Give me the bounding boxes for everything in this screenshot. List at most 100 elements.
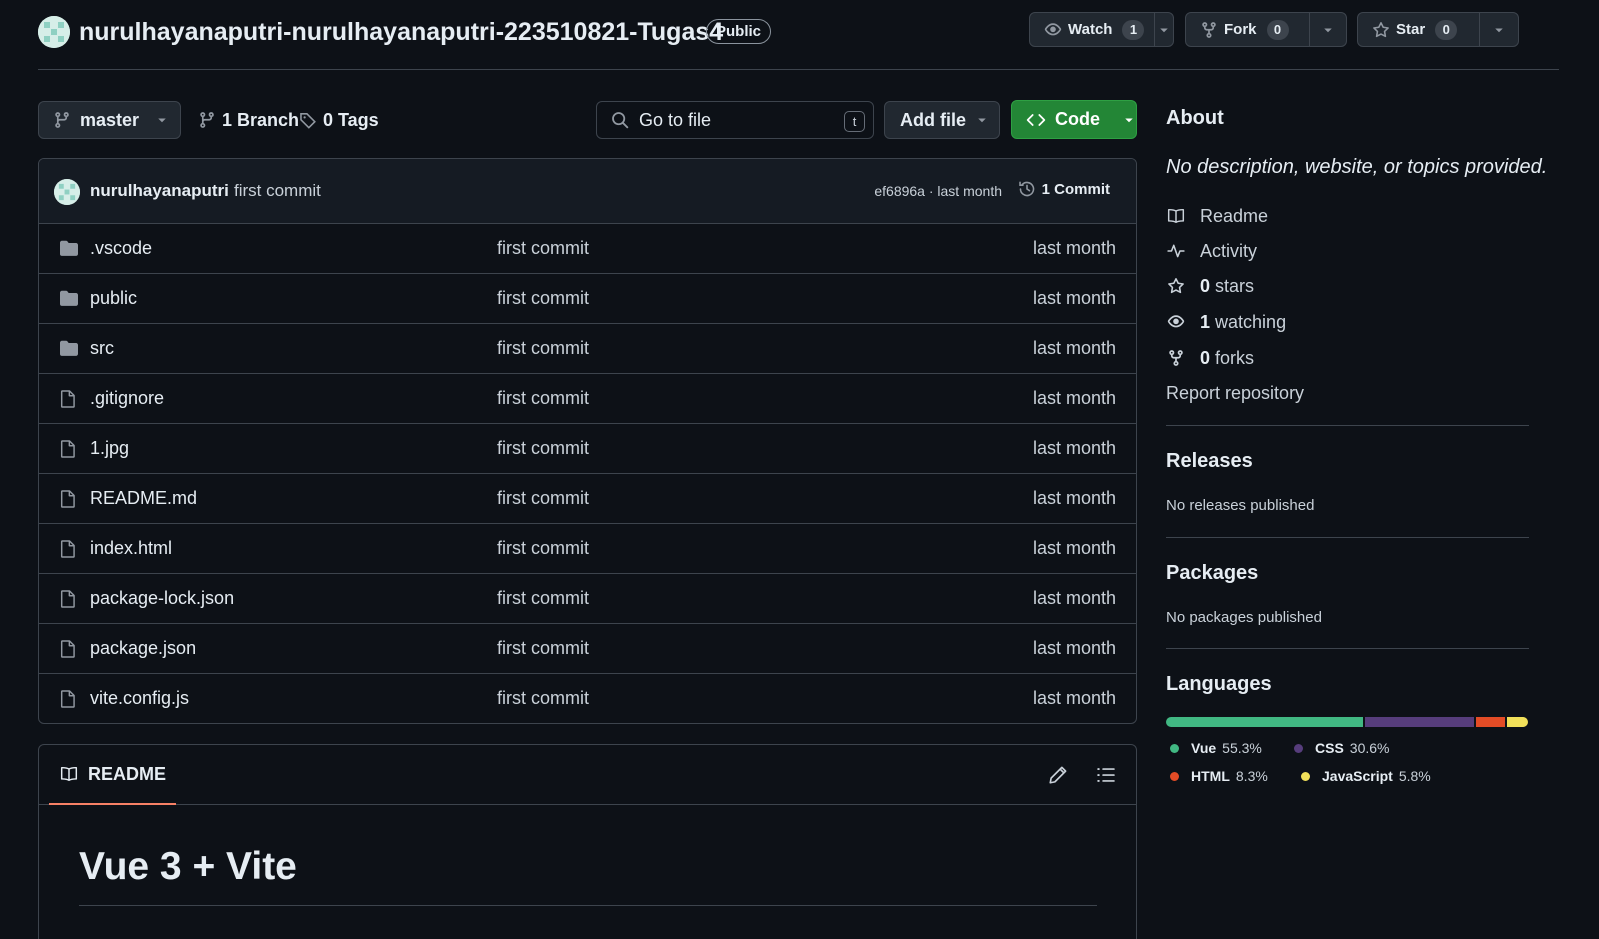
star-count: 0 [1435, 19, 1458, 40]
readme-link[interactable]: Readme [1166, 204, 1529, 228]
file-name-link[interactable]: .gitignore [90, 388, 164, 409]
table-row[interactable]: vite.config.js first commit last month [39, 674, 1136, 723]
about-heading: About [1166, 107, 1224, 129]
file-icon [60, 440, 75, 458]
language-item[interactable]: CSS 30.6% [1294, 740, 1390, 756]
file-icon [60, 590, 75, 608]
language-bar-segment [1507, 717, 1528, 727]
branch-select-button[interactable]: master [38, 101, 181, 139]
watch-main[interactable]: Watch 1 [1030, 13, 1156, 46]
fork-count: 0 [1266, 19, 1289, 40]
file-name-link[interactable]: package-lock.json [90, 588, 234, 609]
table-row[interactable]: 1.jpg first commit last month [39, 424, 1136, 474]
file-icon [60, 640, 75, 658]
file-name-link[interactable]: package.json [90, 638, 196, 659]
commit-message-link[interactable]: first commit [234, 181, 321, 201]
watch-button[interactable]: Watch 1 [1029, 12, 1174, 47]
fork-dropdown[interactable] [1310, 13, 1346, 46]
watch-label: Watch [1068, 21, 1113, 38]
language-percent: 8.3% [1235, 768, 1268, 784]
file-name-link[interactable]: index.html [90, 538, 172, 559]
language-item[interactable]: Vue 55.3% [1170, 740, 1262, 756]
tags-link[interactable]: 0 Tags [299, 101, 379, 139]
activity-link[interactable]: Activity [1166, 239, 1529, 263]
file-commit-message-link[interactable]: first commit [497, 488, 589, 509]
add-file-button[interactable]: Add file [884, 101, 1000, 139]
file-commit-message-link[interactable]: first commit [497, 688, 589, 709]
folder-icon [60, 340, 78, 356]
commit-author-link[interactable]: nurulhayanaputri [90, 181, 229, 201]
readme-tab-label: README [88, 763, 167, 784]
file-commit-date: last month [1032, 338, 1116, 358]
table-row[interactable]: package-lock.json first commit last month [39, 574, 1136, 624]
language-item[interactable]: JavaScript 5.8% [1301, 768, 1431, 784]
caret-down-icon [978, 118, 986, 123]
watching-count: 1 [1200, 311, 1211, 332]
star-dropdown[interactable] [1480, 13, 1518, 46]
file-commit-message-link[interactable]: first commit [497, 638, 589, 659]
stars-link[interactable]: 0 stars [1166, 274, 1529, 298]
fork-label: Fork [1224, 21, 1257, 38]
file-commit-message-link[interactable]: first commit [497, 288, 589, 309]
watching-link[interactable]: 1 watching [1166, 310, 1529, 334]
table-of-contents-icon[interactable] [1096, 765, 1116, 785]
file-commit-message-link[interactable]: first commit [497, 588, 589, 609]
commit-history-link[interactable]: 1 Commit [1018, 180, 1110, 198]
tag-icon [300, 113, 316, 129]
file-name-link[interactable]: .vscode [90, 238, 152, 259]
watch-dropdown[interactable] [1155, 13, 1173, 46]
repo-title-link[interactable]: nurulhayanaputri-nurulhayanaputri-223510… [79, 16, 723, 48]
file-name-link[interactable]: 1.jpg [90, 438, 129, 459]
branches-link[interactable]: 1 Branch [198, 101, 299, 139]
pulse-icon [1167, 244, 1185, 258]
file-name-link[interactable]: src [90, 338, 114, 359]
language-item[interactable]: HTML 8.3% [1170, 768, 1268, 784]
caret-down-icon [1160, 28, 1168, 32]
stars-count: 0 [1200, 275, 1211, 296]
file-browser: nurulhayanaputri first commit ef6896a · … [38, 158, 1137, 724]
commit-hash-link[interactable]: ef6896a · last month [874, 183, 1002, 199]
go-to-file-input[interactable]: Go to file t [596, 101, 874, 139]
fork-button[interactable]: Fork 0 [1185, 12, 1347, 47]
table-row[interactable]: README.md first commit last month [39, 474, 1136, 524]
table-row[interactable]: public first commit last month [39, 274, 1136, 324]
file-commit-message-link[interactable]: first commit [497, 338, 589, 359]
forks-label: forks [1215, 347, 1255, 368]
star-button[interactable]: Star 0 [1357, 12, 1519, 47]
avatar[interactable] [54, 179, 80, 205]
table-row[interactable]: index.html first commit last month [39, 524, 1136, 574]
table-row[interactable]: package.json first commit last month [39, 624, 1136, 674]
file-commit-message-link[interactable]: first commit [497, 538, 589, 559]
language-color-dot [1301, 771, 1310, 781]
releases-heading[interactable]: Releases [1166, 450, 1529, 473]
folder-icon [60, 290, 78, 306]
file-name-link[interactable]: public [90, 288, 137, 309]
history-icon [1018, 181, 1034, 197]
forks-link[interactable]: 0 forks [1166, 346, 1529, 370]
table-row[interactable]: .vscode first commit last month [39, 224, 1136, 274]
table-row[interactable]: .gitignore first commit last month [39, 374, 1136, 424]
file-name-link[interactable]: vite.config.js [90, 688, 189, 709]
language-bar-segment [1475, 717, 1506, 727]
shortcut-key: t [844, 111, 865, 132]
table-row[interactable]: src first commit last month [39, 324, 1136, 374]
file-name-link[interactable]: README.md [90, 488, 197, 509]
tab-readme[interactable]: README [49, 745, 177, 805]
file-commit-date: last month [1032, 688, 1116, 708]
star-main[interactable]: Star 0 [1358, 13, 1480, 46]
packages-heading[interactable]: Packages [1166, 562, 1529, 585]
report-repository-link[interactable]: Report repository [1166, 381, 1529, 405]
file-commit-date: last month [1032, 388, 1116, 408]
watching-label: watching [1215, 311, 1287, 332]
star-label: Star [1396, 21, 1426, 38]
sidebar-divider [1166, 648, 1529, 649]
eye-icon [1044, 22, 1062, 35]
file-icon [60, 690, 75, 708]
file-commit-message-link[interactable]: first commit [497, 438, 589, 459]
repo-owner-avatar[interactable] [38, 16, 70, 48]
file-commit-message-link[interactable]: first commit [497, 238, 589, 259]
edit-pencil-icon[interactable] [1048, 765, 1068, 785]
file-commit-message-link[interactable]: first commit [497, 388, 589, 409]
code-button[interactable]: Code [1011, 100, 1137, 139]
fork-main[interactable]: Fork 0 [1186, 13, 1310, 46]
